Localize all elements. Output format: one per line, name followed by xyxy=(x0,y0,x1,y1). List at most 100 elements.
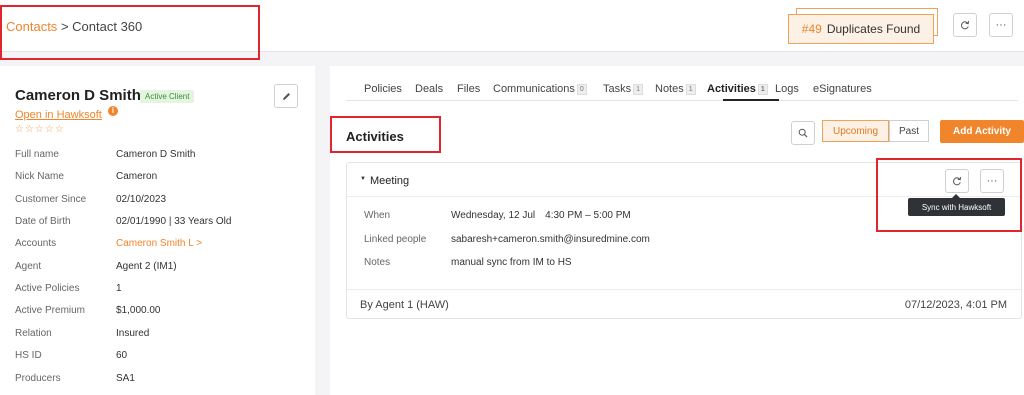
field-value: Agent 2 (IM1) xyxy=(116,261,177,272)
caret-down-icon[interactable]: ▼ xyxy=(360,176,366,182)
pencil-icon xyxy=(282,92,290,100)
tab-label: Activities xyxy=(707,83,756,95)
add-activity-button[interactable]: Add Activity xyxy=(940,120,1024,143)
field-label: HS ID xyxy=(15,350,42,361)
tab-label: Notes xyxy=(655,83,684,95)
field-date-of-birth: Date of Birth 02/01/1990 | 33 Years Old xyxy=(15,216,305,230)
field-value: Cameron xyxy=(116,171,158,182)
field-value: 02/10/2023 xyxy=(116,194,167,205)
tab-deals[interactable]: Deals xyxy=(415,83,443,95)
star-rating[interactable]: ☆☆☆☆☆ xyxy=(15,124,65,135)
field-relation: Relation Insured xyxy=(15,328,305,342)
field-label: Active Policies xyxy=(15,283,80,294)
field-label: Date of Birth xyxy=(15,216,71,227)
field-label: Agent xyxy=(15,261,42,272)
activities-panel: Policies Deals Files Communications 0 Tas… xyxy=(330,66,1024,395)
activity-timestamp: 07/12/2023, 4:01 PM xyxy=(904,299,1007,311)
field-active-premium: Active Premium $1,000.00 xyxy=(15,305,305,319)
tab-bar: Policies Deals Files Communications 0 Tas… xyxy=(346,66,1018,101)
duplicates-found-button[interactable]: #49 Duplicates Found xyxy=(788,14,934,44)
activity-title: Meeting xyxy=(370,175,410,187)
when-date: Wednesday, 12 Jul xyxy=(451,210,536,221)
info-icon[interactable]: i xyxy=(108,106,118,116)
header-more-button[interactable]: ··· xyxy=(989,13,1013,37)
detail-value: Wednesday, 12 Jul 4:30 PM – 5:00 PM xyxy=(451,210,631,221)
field-label: Nick Name xyxy=(15,171,64,182)
breadcrumb-separator: > xyxy=(60,19,69,34)
field-accounts: Accounts Cameron Smith L > xyxy=(15,238,305,252)
sync-icon xyxy=(953,176,961,186)
top-bar: Contacts > Contact 360 #49 Duplicates Fo… xyxy=(0,0,1024,52)
tab-policies[interactable]: Policies xyxy=(364,83,402,95)
tab-esignatures[interactable]: eSignatures xyxy=(813,83,872,95)
detail-label: Notes xyxy=(364,257,391,268)
refresh-icon xyxy=(961,20,969,30)
tab-label: Files xyxy=(457,83,481,95)
field-value: 02/01/1990 | 33 Years Old xyxy=(116,216,232,227)
tab-activities[interactable]: Activities 1 xyxy=(707,83,768,95)
activities-title: Activities xyxy=(346,129,404,144)
field-agent: Agent Agent 2 (IM1) xyxy=(15,261,305,275)
activity-more-button[interactable]: ··· xyxy=(980,169,1004,193)
sync-tooltip: Sync with Hawksoft xyxy=(908,198,1005,216)
detail-value: manual sync from IM to HS xyxy=(451,257,572,268)
contact-name: Cameron D Smith xyxy=(15,87,141,104)
edit-contact-button[interactable] xyxy=(274,84,298,108)
active-tab-indicator xyxy=(723,99,779,101)
tab-label: Communications xyxy=(493,83,575,95)
when-time: 4:30 PM – 5:00 PM xyxy=(545,210,631,221)
breadcrumb-current: Contact 360 xyxy=(72,19,143,34)
accounts-link[interactable]: Cameron Smith L > xyxy=(116,238,202,249)
filter-upcoming[interactable]: Upcoming xyxy=(822,120,889,142)
field-value: SA1 xyxy=(116,373,135,384)
tab-count-badge: 1 xyxy=(757,83,768,95)
field-label: Accounts xyxy=(15,238,57,249)
field-label: Producers xyxy=(15,373,61,384)
field-value: 1 xyxy=(116,283,122,294)
breadcrumb-contacts-link[interactable]: Contacts xyxy=(6,19,57,34)
activity-card-header[interactable]: ▼ Meeting ··· xyxy=(347,163,1021,197)
field-value: Insured xyxy=(116,328,150,339)
field-active-policies: Active Policies 1 xyxy=(15,283,305,297)
search-icon xyxy=(798,128,808,138)
tab-files[interactable]: Files xyxy=(457,83,480,95)
linked-person-email[interactable]: sabaresh+cameron.smith@insuredmine.com xyxy=(451,234,650,245)
more-icon: ··· xyxy=(986,175,998,187)
tab-count-badge: 1 xyxy=(633,83,644,95)
tab-label: eSignatures xyxy=(813,83,872,95)
status-badge: Active Client xyxy=(140,90,195,103)
field-value: 60 xyxy=(116,350,128,361)
field-producers: Producers SA1 xyxy=(15,373,305,387)
tab-count-badge: 1 xyxy=(685,83,696,95)
field-nick-name: Nick Name Cameron xyxy=(15,171,305,185)
tab-label: Policies xyxy=(364,83,402,95)
field-label: Full name xyxy=(15,149,59,160)
field-hs-id: HS ID 60 xyxy=(15,350,305,364)
search-activities-button[interactable] xyxy=(791,121,815,145)
field-value: $1,000.00 xyxy=(116,305,161,316)
duplicates-label: Duplicates Found xyxy=(826,22,921,36)
tab-notes[interactable]: Notes 1 xyxy=(655,83,696,95)
activity-author: By Agent 1 (HAW) xyxy=(360,299,449,311)
tab-logs[interactable]: Logs xyxy=(775,83,799,95)
header-refresh-button[interactable] xyxy=(953,13,977,37)
open-in-hawksoft-link[interactable]: Open in Hawksoft xyxy=(15,109,102,121)
tab-tasks[interactable]: Tasks 1 xyxy=(603,83,644,95)
detail-label: When xyxy=(364,210,391,221)
tab-count-badge: 0 xyxy=(576,83,587,95)
duplicates-found-widget: #49 Duplicates Found xyxy=(788,8,938,44)
breadcrumb: Contacts > Contact 360 xyxy=(6,19,142,34)
tab-label: Deals xyxy=(415,83,444,95)
filter-past[interactable]: Past xyxy=(889,120,929,142)
activity-card: ▼ Meeting ··· Sync with Hawksoft When We… xyxy=(346,162,1022,319)
tab-label: Logs xyxy=(775,83,799,95)
field-customer-since: Customer Since 02/10/2023 xyxy=(15,194,305,208)
field-value: Cameron D Smith xyxy=(116,149,196,160)
activity-card-footer: By Agent 1 (HAW) 07/12/2023, 4:01 PM xyxy=(347,289,1021,319)
detail-label: Linked people xyxy=(364,234,427,245)
sync-button[interactable] xyxy=(945,169,969,193)
tab-label: Tasks xyxy=(603,83,632,95)
field-full-name: Full name Cameron D Smith xyxy=(15,149,305,163)
tab-communications[interactable]: Communications 0 xyxy=(493,83,587,95)
field-label: Customer Since xyxy=(15,194,87,205)
